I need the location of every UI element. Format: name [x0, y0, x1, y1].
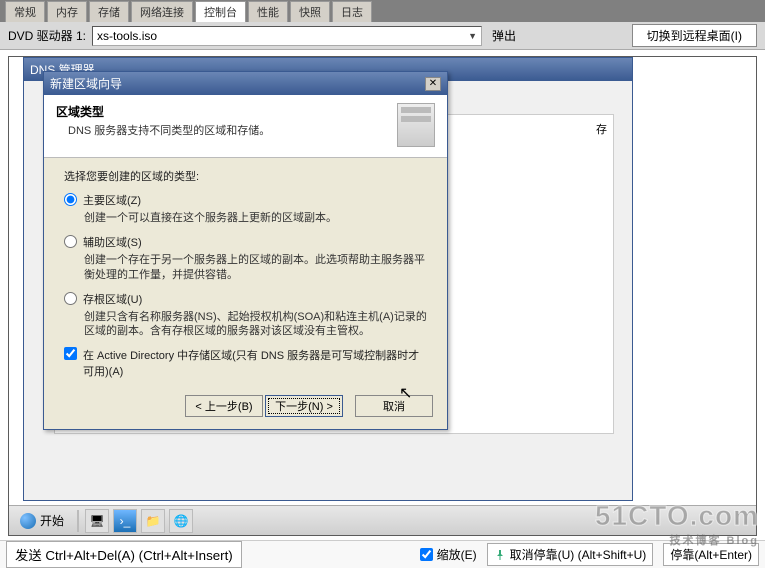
tab-performance[interactable]: 性能 [248, 1, 288, 22]
dvd-combo[interactable]: xs-tools.iso ▼ [92, 26, 482, 46]
scale-label: 缩放(E) [437, 546, 477, 563]
wizard-header: 区域类型 DNS 服务器支持不同类型的区域和存储。 [44, 95, 447, 158]
eject-link[interactable]: 弹出 [492, 27, 516, 44]
send-ctrl-alt-del-button[interactable]: 发送 Ctrl+Alt+Del(A) (Ctrl+Alt+Insert) [6, 541, 242, 568]
quicklaunch-explorer-icon[interactable]: 📁 [141, 509, 165, 533]
taskbar-separator [77, 510, 79, 532]
tab-general[interactable]: 常规 [5, 1, 45, 22]
start-label: 开始 [40, 512, 64, 529]
scale-checkbox[interactable] [420, 548, 433, 561]
dns-header-fragment: 存 [596, 121, 607, 137]
server-icon [397, 103, 435, 147]
wizard-header-title: 区域类型 [56, 103, 270, 120]
option-secondary-desc: 创建一个存在于另一个服务器上的区域的副本。此选项帮助主服务器平衡处理的工作量，并… [84, 253, 427, 283]
dvd-value: xs-tools.iso [97, 29, 157, 43]
quicklaunch-powershell-icon[interactable]: ›_ [113, 509, 137, 533]
tab-storage[interactable]: 存储 [89, 1, 129, 22]
close-icon[interactable]: ✕ [425, 77, 441, 91]
vm-tabstrip: 常规 内存 存储 网络连接 控制台 性能 快照 日志 [0, 0, 765, 22]
remote-desktop-viewport: DNS 管理器 存 新建区域向导 ✕ 区域类型 DNS 服务器支持不同类型的区域… [8, 56, 757, 536]
wizard-button-row: < 上一步(B) 下一步(N) > 取消 [44, 385, 447, 429]
pin-icon [494, 549, 506, 561]
option-secondary-zone[interactable]: 辅助区域(S) [64, 234, 427, 250]
wizard-prompt: 选择您要创建的区域的类型: [64, 168, 427, 184]
undock-button[interactable]: 取消停靠(U) (Alt+Shift+U) [487, 543, 654, 566]
tab-logs[interactable]: 日志 [332, 1, 372, 22]
new-zone-wizard-dialog: 新建区域向导 ✕ 区域类型 DNS 服务器支持不同类型的区域和存储。 选择您要创… [43, 71, 448, 430]
radio-primary-zone[interactable] [64, 193, 77, 206]
start-button[interactable]: 开始 [13, 509, 71, 532]
wizard-header-subtitle: DNS 服务器支持不同类型的区域和存储。 [68, 122, 270, 138]
redock-button[interactable]: 停靠(Alt+Enter) [663, 543, 759, 566]
option-stub-desc: 创建只含有名称服务器(NS)、起始授权机构(SOA)和粘连主机(A)记录的区域的… [84, 310, 427, 340]
checkbox-store-in-ad[interactable] [64, 347, 77, 360]
option-primary-desc: 创建一个可以直接在这个服务器上更新的区域副本。 [84, 211, 427, 226]
option-label: 存根区域(U) [83, 291, 142, 307]
wizard-body: 选择您要创建的区域的类型: 主要区域(Z) 创建一个可以直接在这个服务器上更新的… [44, 158, 447, 385]
next-button[interactable]: 下一步(N) > [265, 395, 343, 417]
store-in-ad-row[interactable]: 在 Active Directory 中存储区域(只有 DNS 服务器是可写域控… [64, 347, 427, 379]
wizard-titlebar[interactable]: 新建区域向导 ✕ [44, 72, 447, 95]
cancel-button[interactable]: 取消 [355, 395, 433, 417]
dvd-bar: DVD 驱动器 1: xs-tools.iso ▼ 弹出 切换到远程桌面(I) [0, 22, 765, 50]
wizard-title-text: 新建区域向导 [50, 75, 122, 92]
option-stub-zone[interactable]: 存根区域(U) [64, 291, 427, 307]
remote-taskbar: 开始 🖥 ›_ 📁 🌐 [9, 505, 756, 535]
option-primary-zone[interactable]: 主要区域(Z) [64, 192, 427, 208]
tab-snapshot[interactable]: 快照 [290, 1, 330, 22]
undock-label: 取消停靠(U) (Alt+Shift+U) [510, 546, 647, 563]
back-button[interactable]: < 上一步(B) [185, 395, 263, 417]
windows-orb-icon [20, 513, 36, 529]
scale-toggle[interactable]: 缩放(E) [420, 546, 477, 563]
quicklaunch-dns-icon[interactable]: 🌐 [169, 509, 193, 533]
option-label: 主要区域(Z) [83, 192, 141, 208]
host-control-bar: 发送 Ctrl+Alt+Del(A) (Ctrl+Alt+Insert) 缩放(… [0, 540, 765, 568]
radio-stub-zone[interactable] [64, 292, 77, 305]
tab-network[interactable]: 网络连接 [131, 1, 193, 22]
tab-console[interactable]: 控制台 [195, 1, 246, 22]
radio-secondary-zone[interactable] [64, 235, 77, 248]
checkbox-label: 在 Active Directory 中存储区域(只有 DNS 服务器是可写域控… [83, 347, 427, 379]
switch-remote-desktop-button[interactable]: 切换到远程桌面(I) [632, 24, 757, 47]
tab-memory[interactable]: 内存 [47, 1, 87, 22]
chevron-down-icon: ▼ [468, 31, 477, 41]
option-label: 辅助区域(S) [83, 234, 142, 250]
quicklaunch-server-manager-icon[interactable]: 🖥 [85, 509, 109, 533]
dvd-label: DVD 驱动器 1: [8, 27, 86, 44]
